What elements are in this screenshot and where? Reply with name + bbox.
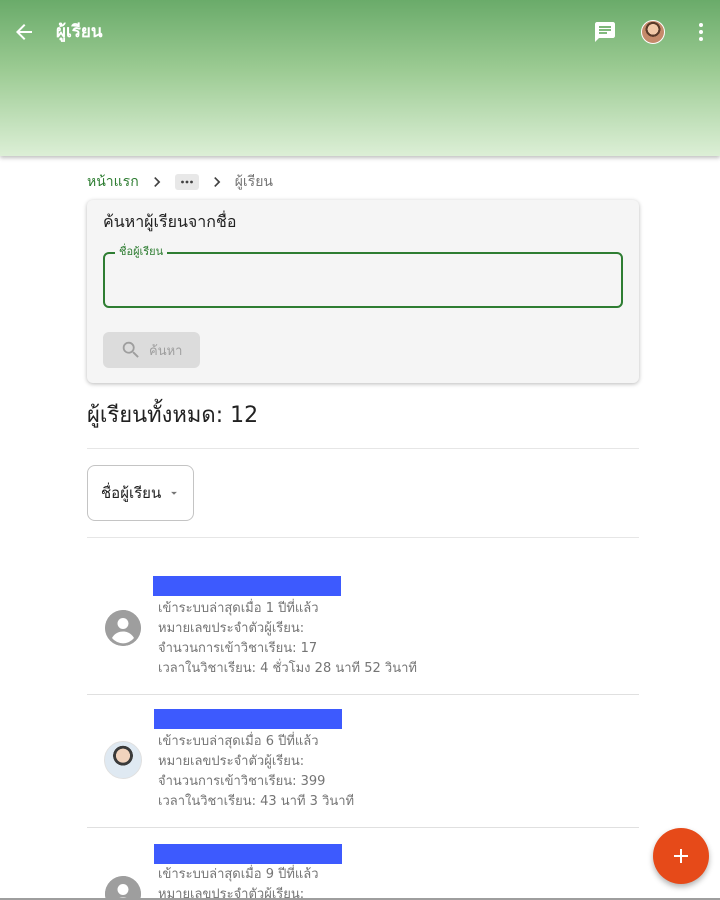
default-avatar-icon <box>105 876 141 898</box>
sort-dropdown[interactable]: ชื่อผู้เรียน <box>87 465 194 521</box>
more-vert-icon[interactable] <box>689 20 713 44</box>
chevron-right-icon <box>153 177 161 187</box>
time-in-course: เวลาในวิชาเรียน: 43 นาที 3 วินาที <box>158 794 355 809</box>
arrow-drop-down-icon <box>171 491 178 495</box>
student-photo-avatar <box>104 741 142 779</box>
add-student-button[interactable] <box>653 828 709 884</box>
last-login: เข้าระบบล่าสุดเมื่อ 6 ปีที่แล้ว <box>158 734 319 749</box>
last-login: เข้าระบบล่าสุดเมื่อ 9 ปีที่แล้ว <box>158 867 319 882</box>
add-icon <box>674 849 688 863</box>
search-button[interactable]: ค้นหา <box>103 332 200 368</box>
user-avatar[interactable] <box>641 20 665 44</box>
app-bar: ผู้เรียน <box>0 0 720 156</box>
student-details: เข้าระบบล่าสุดเมื่อ 9 ปีที่แล้ว หมายเลขป… <box>158 865 319 898</box>
student-details: เข้าระบบล่าสุดเมื่อ 1 ปีที่แล้ว หมายเลขป… <box>158 599 417 679</box>
course-visits: จำนวนการเข้าวิชาเรียน: 17 <box>158 641 318 656</box>
time-in-course: เวลาในวิชาเรียน: 4 ชั่วโมง 28 นาที 52 วิ… <box>158 661 417 676</box>
breadcrumb-current: ผู้เรียน <box>234 174 273 190</box>
student-name-field[interactable]: ชื่อผู้เรียน <box>103 245 623 308</box>
divider <box>87 448 639 449</box>
student-name[interactable] <box>153 576 341 596</box>
more-horiz-icon <box>180 180 193 184</box>
list-item[interactable]: เข้าระบบล่าสุดเมื่อ 6 ปีที่แล้ว หมายเลขป… <box>87 695 639 828</box>
students-total: ผู้เรียนทั้งหมด: 12 <box>87 403 259 428</box>
divider <box>87 537 639 538</box>
student-name[interactable] <box>154 709 342 729</box>
student-name-input[interactable] <box>117 268 607 292</box>
student-id: หมายเลขประจำตัวผู้เรียน: <box>158 621 305 636</box>
arrow-back-icon[interactable] <box>12 20 36 44</box>
last-login: เข้าระบบล่าสุดเมื่อ 1 ปีที่แล้ว <box>158 601 319 616</box>
search-card-heading: ค้นหาผู้เรียนจากชื่อ <box>103 212 237 231</box>
chat-icon[interactable] <box>593 20 617 44</box>
student-id: หมายเลขประจำตัวผู้เรียน: <box>158 754 305 769</box>
search-card: ค้นหาผู้เรียนจากชื่อ ชื่อผู้เรียน ค้นหา <box>87 200 639 383</box>
chevron-right-icon <box>213 177 221 187</box>
breadcrumb-ellipsis-button[interactable] <box>174 174 199 190</box>
breadcrumb-home-link[interactable]: หน้าแรก <box>87 171 139 193</box>
list-item[interactable]: เข้าระบบล่าสุดเมื่อ 1 ปีที่แล้ว หมายเลขป… <box>87 562 639 695</box>
course-visits: จำนวนการเข้าวิชาเรียน: 399 <box>158 774 326 789</box>
search-icon <box>122 341 139 358</box>
list-item[interactable]: เข้าระบบล่าสุดเมื่อ 9 ปีที่แล้ว หมายเลขป… <box>87 828 639 898</box>
student-name-field-label: ชื่อผู้เรียน <box>115 245 168 259</box>
sort-dropdown-label: ชื่อผู้เรียน <box>101 484 162 502</box>
default-avatar-icon <box>105 610 141 646</box>
student-id: หมายเลขประจำตัวผู้เรียน: <box>158 887 305 898</box>
search-button-label: ค้นหา <box>149 343 183 359</box>
student-details: เข้าระบบล่าสุดเมื่อ 6 ปีที่แล้ว หมายเลขป… <box>158 732 354 812</box>
breadcrumb: หน้าแรก ผู้เรียน <box>87 172 273 192</box>
student-name[interactable] <box>154 844 342 864</box>
page-title: ผู้เรียน <box>56 22 103 42</box>
